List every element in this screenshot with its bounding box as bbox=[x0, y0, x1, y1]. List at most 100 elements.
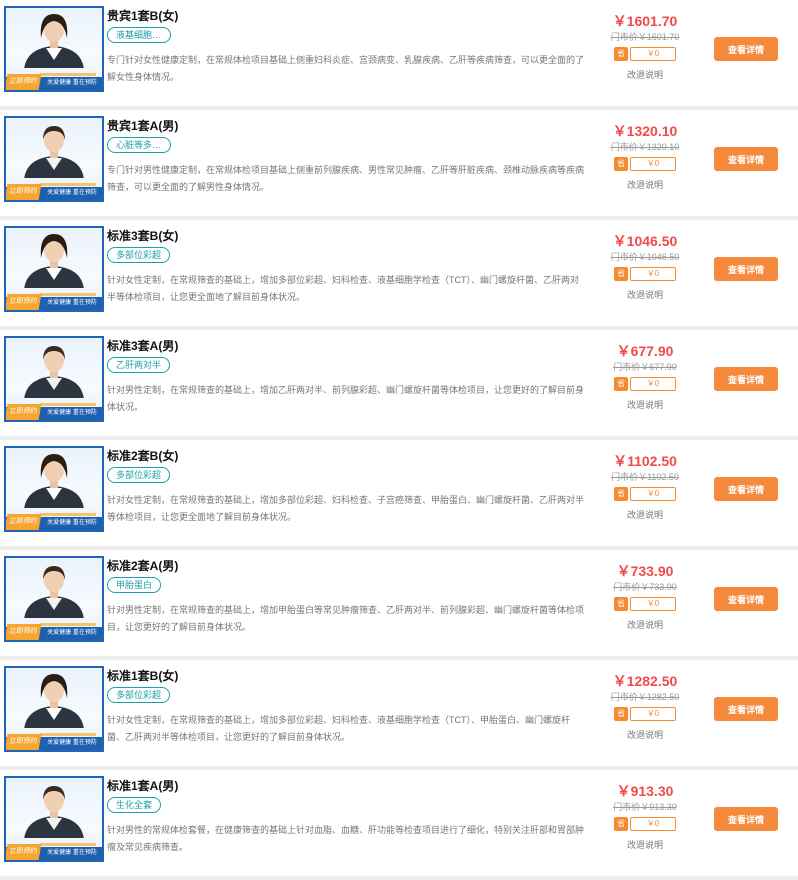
package-info: 标准2套A(男) 甲胎蛋白 针对男性定制，在常规筛查的基础上，增加甲胎蛋白等常见… bbox=[107, 558, 585, 636]
coupon: 省 ￥0 bbox=[614, 707, 676, 721]
package-title[interactable]: 标准3套A(男) bbox=[107, 338, 585, 354]
package-title[interactable]: 标准2套B(女) bbox=[107, 448, 585, 464]
thumbnail-banner: 立即预约 关爱健康 重在预防 bbox=[6, 624, 102, 640]
package-info: 标准1套B(女) 多部位彩超 针对女性定制，在常规筛查的基础上，增加多部位彩超、… bbox=[107, 668, 585, 746]
refund-policy-link[interactable]: 改退说明 bbox=[600, 509, 690, 521]
thumbnail-slogan: 关爱健康 重在预防 bbox=[47, 850, 97, 856]
package-price: ￥1320.10 bbox=[612, 123, 678, 139]
package-title[interactable]: 标准1套A(男) bbox=[107, 778, 585, 794]
coupon: 省 ￥0 bbox=[614, 817, 676, 831]
refund-policy-link[interactable]: 改退说明 bbox=[600, 179, 690, 191]
thumbnail-ribbon bbox=[40, 733, 96, 736]
package-price: ￥677.90 bbox=[616, 343, 674, 359]
package-thumbnail[interactable]: 立即预约 关爱健康 重在预防 bbox=[4, 6, 104, 92]
refund-policy-link[interactable]: 改退说明 bbox=[600, 399, 690, 411]
refund-policy-link[interactable]: 改退说明 bbox=[600, 289, 690, 301]
coupon: 省 ￥0 bbox=[614, 157, 676, 171]
view-details-button[interactable]: 查看详情 bbox=[714, 807, 778, 831]
package-description: 专门针对男性健康定制，在常规体检项目基础上侧重前列腺疾病、男性常见肿瘤、乙肝等肝… bbox=[107, 165, 585, 192]
person-photo bbox=[24, 126, 84, 178]
thumbnail-ribbon bbox=[40, 293, 96, 296]
package-title[interactable]: 标准1套B(女) bbox=[107, 668, 585, 684]
price-column: ￥1046.50 门市价￥1046.50 省 ￥0 改退说明 bbox=[600, 232, 690, 301]
package-title[interactable]: 标准3套B(女) bbox=[107, 228, 585, 244]
view-details-button[interactable]: 查看详情 bbox=[714, 147, 778, 171]
package-thumbnail[interactable]: 立即预约 关爱健康 重在预防 bbox=[4, 446, 104, 532]
package-info: 贵宾1套B(女) 液基细胞学... 专门针对女性健康定制，在常规体检项目基础上侧… bbox=[107, 8, 585, 86]
coupon: 省 ￥0 bbox=[614, 597, 676, 611]
view-details-button[interactable]: 查看详情 bbox=[714, 37, 778, 61]
package-thumbnail[interactable]: 立即预约 关爱健康 重在预防 bbox=[4, 116, 104, 202]
price-column: ￥733.90 门市价￥733.90 省 ￥0 改退说明 bbox=[600, 562, 690, 631]
package-info: 标准3套B(女) 多部位彩超 针对女性定制，在常规筛查的基础上，增加多部位彩超、… bbox=[107, 228, 585, 306]
view-details-button[interactable]: 查看详情 bbox=[714, 367, 778, 391]
coupon-value: ￥0 bbox=[630, 817, 676, 831]
book-now-label[interactable]: 立即预约 bbox=[6, 184, 42, 200]
thumbnail-ribbon bbox=[40, 513, 96, 516]
package-title[interactable]: 标准2套A(男) bbox=[107, 558, 585, 574]
book-now-label[interactable]: 立即预约 bbox=[6, 734, 42, 750]
package-price: ￥1282.50 bbox=[612, 673, 678, 689]
view-details-button[interactable]: 查看详情 bbox=[714, 587, 778, 611]
book-now-label[interactable]: 立即预约 bbox=[6, 294, 42, 310]
package-list: 立即预约 关爱健康 重在预防 贵宾1套B(女) 液基细胞学... 专门针对女性健… bbox=[0, 0, 798, 880]
book-now-label[interactable]: 立即预约 bbox=[6, 624, 42, 640]
package-title[interactable]: 贵宾1套A(男) bbox=[107, 118, 585, 134]
coupon-badge: 省 bbox=[614, 817, 628, 831]
refund-policy-link[interactable]: 改退说明 bbox=[600, 69, 690, 81]
view-details-button[interactable]: 查看详情 bbox=[714, 477, 778, 501]
package-thumbnail[interactable]: 立即预约 关爱健康 重在预防 bbox=[4, 776, 104, 862]
package-tag: 多部位彩超 bbox=[107, 467, 171, 483]
coupon-badge: 省 bbox=[614, 377, 628, 391]
package-title[interactable]: 贵宾1套B(女) bbox=[107, 8, 585, 24]
view-details-button[interactable]: 查看详情 bbox=[714, 697, 778, 721]
package-tag: 多部位彩超 bbox=[107, 687, 171, 703]
thumbnail-banner: 立即预约 关爱健康 重在预防 bbox=[6, 74, 102, 90]
package-info: 贵宾1套A(男) 心脏等多部... 专门针对男性健康定制，在常规体检项目基础上侧… bbox=[107, 118, 585, 196]
package-row: 立即预约 关爱健康 重在预防 标准2套B(女) 多部位彩超 针对女性定制，在常规… bbox=[0, 440, 798, 550]
refund-policy-link[interactable]: 改退说明 bbox=[600, 839, 690, 851]
package-tag: 多部位彩超 bbox=[107, 247, 171, 263]
coupon-value: ￥0 bbox=[630, 157, 676, 171]
refund-policy-link[interactable]: 改退说明 bbox=[600, 729, 690, 741]
package-thumbnail[interactable]: 立即预约 关爱健康 重在预防 bbox=[4, 336, 104, 422]
book-now-label[interactable]: 立即预约 bbox=[6, 74, 42, 90]
coupon: 省 ￥0 bbox=[614, 487, 676, 501]
coupon: 省 ￥0 bbox=[614, 47, 676, 61]
coupon-badge: 省 bbox=[614, 47, 628, 61]
package-tag: 心脏等多部... bbox=[107, 137, 171, 153]
thumbnail-slogan: 关爱健康 重在预防 bbox=[47, 630, 97, 636]
thumbnail-banner: 立即预约 关爱健康 重在预防 bbox=[6, 514, 102, 530]
book-now-label[interactable]: 立即预约 bbox=[6, 514, 42, 530]
person-photo bbox=[24, 346, 84, 398]
package-row: 立即预约 关爱健康 重在预防 标准3套B(女) 多部位彩超 针对女性定制，在常规… bbox=[0, 220, 798, 330]
view-details-button[interactable]: 查看详情 bbox=[714, 257, 778, 281]
price-column: ￥913.30 门市价￥913.30 省 ￥0 改退说明 bbox=[600, 782, 690, 851]
package-description: 针对女性定制，在常规筛查的基础上，增加多部位彩超、妇科检查、液基细胞学检查（TC… bbox=[107, 715, 570, 742]
package-info: 标准2套B(女) 多部位彩超 针对女性定制，在常规筛查的基础上，增加多部位彩超、… bbox=[107, 448, 585, 526]
price-column: ￥1601.70 门市价￥1601.70 省 ￥0 改退说明 bbox=[600, 12, 690, 81]
thumbnail-slogan: 关爱健康 重在预防 bbox=[47, 520, 97, 526]
package-description: 针对女性定制，在常规筛查的基础上，增加多部位彩超、妇科检查、液基细胞学检查（TC… bbox=[107, 275, 579, 302]
coupon-badge: 省 bbox=[614, 267, 628, 281]
refund-policy-link[interactable]: 改退说明 bbox=[600, 619, 690, 631]
package-row: 立即预约 关爱健康 重在预防 贵宾1套A(男) 心脏等多部... 专门针对男性健… bbox=[0, 110, 798, 220]
package-description: 针对男性定制，在常规筛查的基础上，增加乙肝两对半、前列腺彩超、幽门螺旋杆菌等体检… bbox=[107, 385, 585, 412]
book-now-label[interactable]: 立即预约 bbox=[6, 404, 42, 420]
thumbnail-ribbon bbox=[40, 73, 96, 76]
package-row: 立即预约 关爱健康 重在预防 标准1套A(男) 生化全套 针对男性的常规体检套餐… bbox=[0, 770, 798, 880]
thumbnail-slogan: 关爱健康 重在预防 bbox=[47, 190, 97, 196]
coupon: 省 ￥0 bbox=[614, 267, 676, 281]
package-thumbnail[interactable]: 立即预约 关爱健康 重在预防 bbox=[4, 666, 104, 752]
market-price: 门市价￥1046.50 bbox=[610, 252, 680, 262]
book-now-label[interactable]: 立即预约 bbox=[6, 844, 42, 860]
person-photo bbox=[24, 674, 84, 728]
person-photo bbox=[24, 566, 84, 618]
package-thumbnail[interactable]: 立即预约 关爱健康 重在预防 bbox=[4, 226, 104, 312]
package-row: 立即预约 关爱健康 重在预防 标准1套B(女) 多部位彩超 针对女性定制，在常规… bbox=[0, 660, 798, 770]
thumbnail-slogan: 关爱健康 重在预防 bbox=[47, 410, 97, 416]
package-thumbnail[interactable]: 立即预约 关爱健康 重在预防 bbox=[4, 556, 104, 642]
thumbnail-banner: 立即预约 关爱健康 重在预防 bbox=[6, 184, 102, 200]
package-tag: 生化全套 bbox=[107, 797, 162, 813]
person-photo bbox=[24, 234, 84, 288]
